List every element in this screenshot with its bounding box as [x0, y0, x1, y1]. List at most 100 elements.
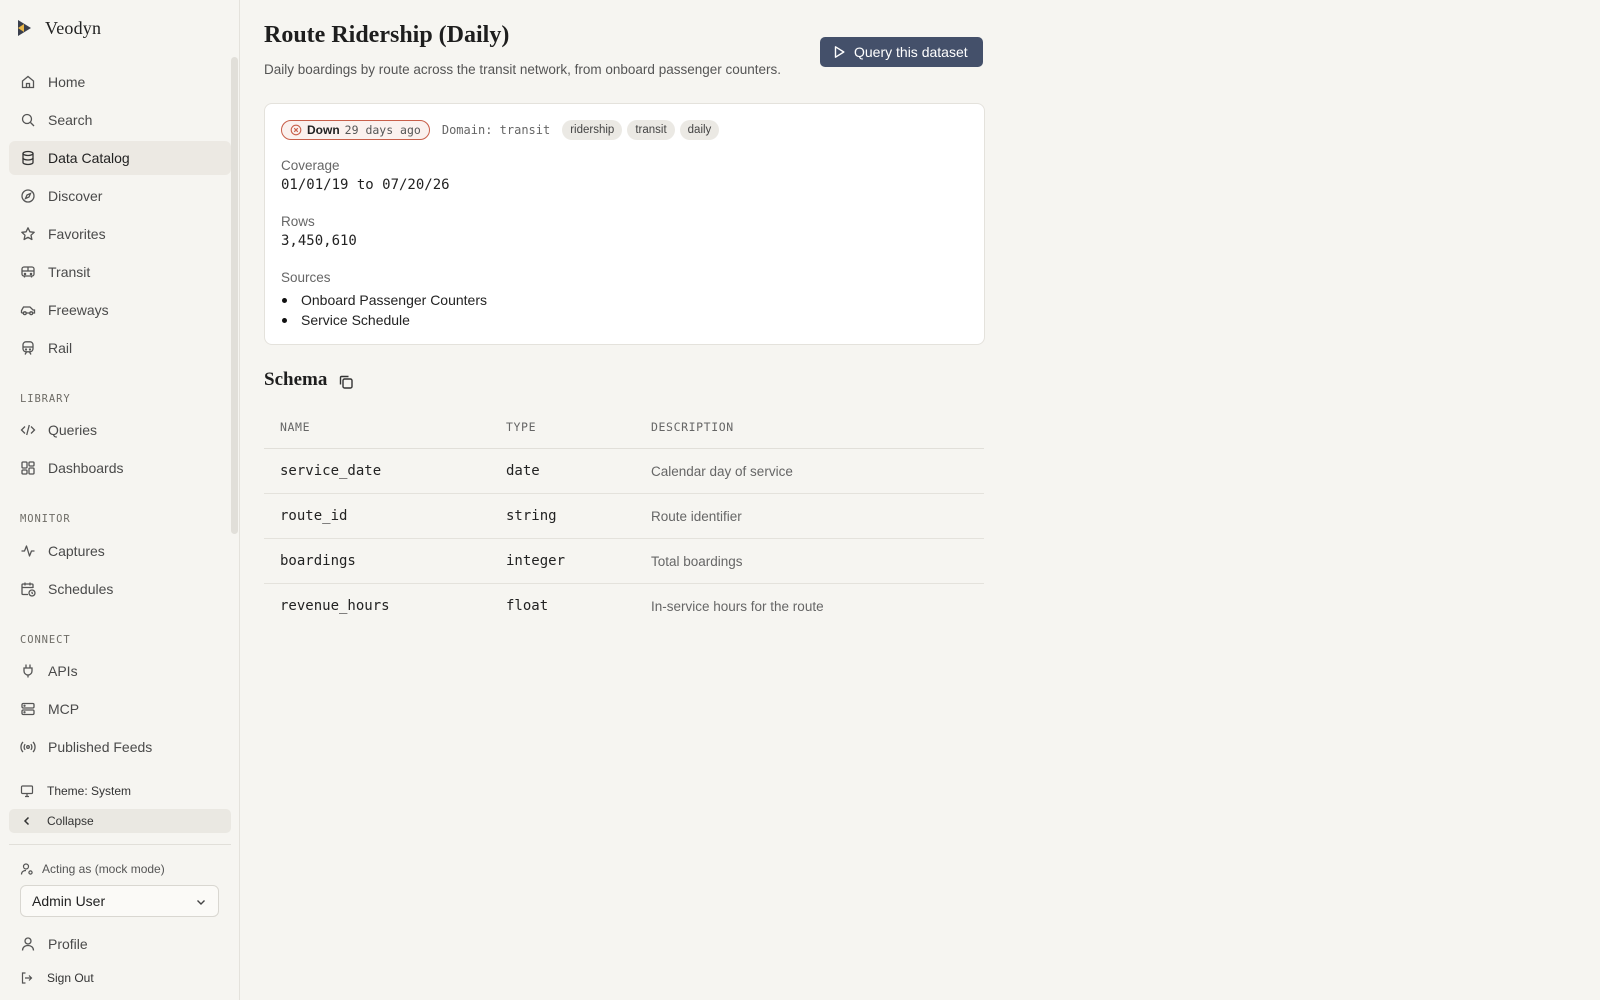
search-icon	[20, 112, 36, 128]
calendar-clock-icon	[20, 581, 36, 597]
status-age: 29 days ago	[344, 123, 421, 137]
sidebar-item-label: Home	[48, 74, 86, 90]
code-icon	[20, 422, 36, 438]
field-type: string	[506, 508, 557, 524]
copy-icon[interactable]	[337, 373, 355, 391]
theme-label: Theme: System	[47, 784, 132, 798]
sidebar-item-label: Schedules	[48, 581, 114, 597]
sidebar-item-label: Search	[48, 112, 93, 128]
database-icon	[20, 150, 36, 166]
sidebar-item-label: Favorites	[48, 226, 106, 242]
schema-title: Schema	[264, 369, 328, 390]
user-icon	[20, 936, 36, 952]
compass-icon	[20, 188, 36, 204]
collapse-button[interactable]: Collapse	[9, 809, 231, 833]
sidebar-item-dashboards[interactable]: Dashboards	[9, 451, 231, 485]
sidebar-item-favorites[interactable]: Favorites	[9, 217, 231, 251]
field-name: revenue_hours	[280, 598, 390, 614]
sidebar-item-label: Published Feeds	[48, 739, 153, 755]
rows-value: 3,450,610	[281, 233, 357, 249]
tag-chip[interactable]: ridership	[562, 120, 623, 140]
page-title: Route Ridership (Daily)	[264, 22, 510, 48]
plug-icon	[20, 663, 36, 679]
sidebar-item-apis[interactable]: APIs	[9, 654, 231, 688]
sidebar-item-label: APIs	[48, 663, 78, 679]
field-name: route_id	[280, 508, 348, 524]
collapse-label: Collapse	[47, 814, 94, 828]
field-description: Total boardings	[651, 554, 743, 569]
sidebar-item-data-catalog[interactable]: Data Catalog	[9, 141, 231, 175]
schema-table: NAME TYPE DESCRIPTION service_date date …	[264, 405, 984, 629]
user-cog-icon	[20, 863, 33, 875]
sidebar-item-search[interactable]: Search	[9, 103, 231, 137]
sidebar-item-label: Captures	[48, 543, 105, 559]
brand[interactable]: Veodyn	[14, 16, 101, 40]
sidebar-item-discover[interactable]: Discover	[9, 179, 231, 213]
error-circle-icon	[290, 124, 302, 136]
brand-name: Veodyn	[45, 17, 102, 38]
sidebar-item-schedules[interactable]: Schedules	[9, 572, 231, 606]
rows-label: Rows	[281, 214, 315, 229]
sidebar-item-label: Discover	[48, 188, 103, 204]
tag-chip[interactable]: daily	[679, 120, 720, 140]
activity-icon	[20, 543, 36, 559]
sidebar: Veodyn Home Search Data Catalog Discover…	[0, 0, 240, 1000]
dataset-badges: Down 29 days ago Domain: transit ridersh…	[281, 120, 724, 140]
field-name: service_date	[280, 463, 382, 479]
sidebar-item-published-feeds[interactable]: Published Feeds	[9, 730, 231, 764]
star-icon	[20, 226, 36, 242]
coverage-label: Coverage	[281, 158, 340, 173]
query-dataset-button[interactable]: Query this dataset	[820, 37, 983, 67]
monitor-icon	[20, 784, 34, 798]
acting-as-label: Acting as (mock mode)	[20, 862, 165, 876]
sidebar-item-freeways[interactable]: Freeways	[9, 293, 231, 327]
sign-out-button[interactable]: Sign Out	[9, 965, 231, 991]
table-header: NAME TYPE DESCRIPTION	[264, 405, 984, 449]
dataset-summary-card: Down 29 days ago Domain: transit ridersh…	[264, 103, 985, 345]
acting-user-value: Admin User	[32, 893, 106, 909]
sidebar-item-label: Rail	[48, 340, 73, 356]
field-description: Route identifier	[651, 509, 742, 524]
log-out-icon	[20, 971, 34, 985]
sidebar-item-label: Queries	[48, 422, 98, 438]
sidebar-item-profile[interactable]: Profile	[9, 927, 231, 961]
sidebar-item-label: Data Catalog	[48, 150, 130, 166]
status-label: Down	[307, 123, 340, 137]
train-icon	[20, 340, 36, 356]
home-icon	[20, 74, 36, 90]
query-dataset-label: Query this dataset	[854, 44, 968, 60]
chevron-down-icon	[197, 900, 205, 905]
car-icon	[20, 302, 36, 318]
sidebar-item-queries[interactable]: Queries	[9, 413, 231, 447]
tag-chip[interactable]: transit	[627, 120, 675, 140]
broadcast-icon	[20, 739, 36, 755]
sidebar-item-captures[interactable]: Captures	[9, 534, 231, 568]
bus-icon	[20, 264, 36, 280]
sidebar-item-label: Transit	[48, 264, 91, 280]
coverage-value: 01/01/19 to 07/20/26	[281, 177, 450, 193]
sidebar-item-mcp[interactable]: MCP	[9, 692, 231, 726]
table-row: service_date date Calendar day of servic…	[264, 449, 984, 494]
sidebar-item-rail[interactable]: Rail	[9, 331, 231, 365]
theme-toggle[interactable]: Theme: System	[9, 779, 231, 803]
field-type: integer	[506, 553, 566, 569]
sidebar-scrollbar[interactable]	[231, 57, 238, 534]
source-item: Onboard Passenger Counters	[281, 290, 487, 310]
sidebar-item-label: Dashboards	[48, 460, 124, 476]
field-type: date	[506, 463, 540, 479]
sources-list: Onboard Passenger Counters Service Sched…	[281, 290, 487, 330]
column-header-type: TYPE	[506, 420, 537, 434]
page-subtitle: Daily boardings by route across the tran…	[264, 62, 782, 77]
sidebar-item-home[interactable]: Home	[9, 65, 231, 99]
acting-user-select[interactable]: Admin User	[20, 885, 219, 917]
sidebar-item-label: MCP	[48, 701, 80, 717]
sources-label: Sources	[281, 270, 331, 285]
sign-out-label: Sign Out	[47, 971, 94, 985]
section-label-monitor: MONITOR	[20, 513, 71, 525]
field-description: Calendar day of service	[651, 464, 793, 479]
field-description: In-service hours for the route	[651, 599, 824, 614]
field-type: float	[506, 598, 549, 614]
column-header-description: DESCRIPTION	[651, 420, 734, 434]
sidebar-item-transit[interactable]: Transit	[9, 255, 231, 289]
section-label-connect: CONNECT	[20, 634, 71, 646]
